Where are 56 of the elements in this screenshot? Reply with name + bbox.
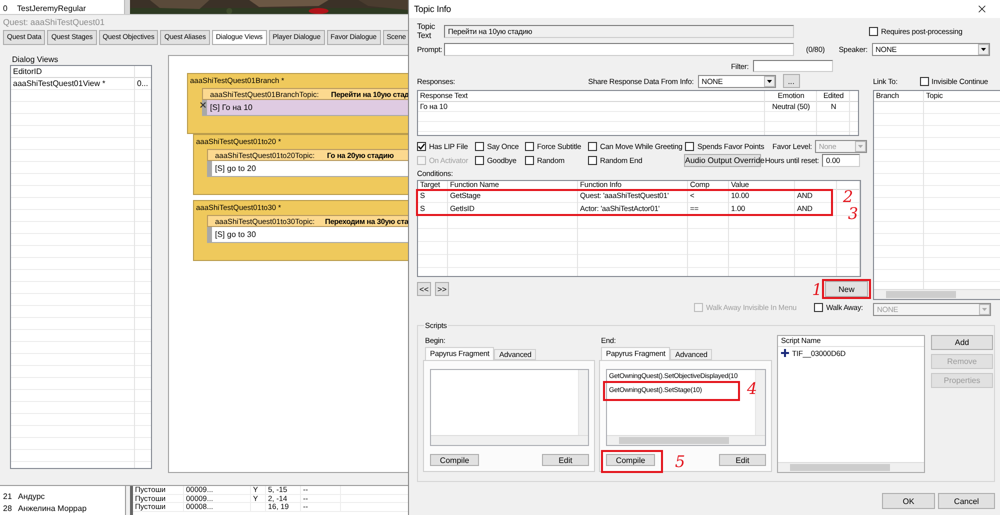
scrollbar[interactable] [124, 0, 130, 14]
table-cell-text: aaaShiTestQuest01View * [12, 78, 106, 90]
highlight-box [822, 279, 871, 299]
column-header: EditorID [12, 66, 43, 78]
browse-button[interactable]: ... [782, 74, 800, 88]
response-item[interactable]: [S] go to 30 [207, 227, 408, 243]
list-item[interactable]: Андурс [18, 492, 45, 500]
splitter[interactable] [125, 486, 133, 515]
annotation-number: 4 [747, 381, 758, 397]
checkbox[interactable] [685, 142, 694, 151]
checkbox[interactable] [920, 76, 929, 86]
checkbox[interactable] [475, 142, 484, 151]
compile-button[interactable]: Compile [606, 454, 655, 466]
window-title: Quest: aaaShiTestQuest01 [2, 16, 106, 29]
scrollbar[interactable] [874, 289, 1000, 299]
edit-button[interactable]: Edit [542, 454, 589, 466]
field-label: Topic Text [417, 22, 436, 40]
table-cell-text: 0... [136, 78, 150, 90]
panel-label: Dialog Views [11, 55, 58, 65]
list-item[interactable]: TestJeremyRegular [17, 4, 86, 13]
ok-button[interactable]: OK [882, 493, 935, 509]
new-button[interactable]: New [825, 281, 868, 297]
annotation-number: 5 [675, 454, 686, 470]
filter-field[interactable] [752, 60, 833, 72]
annotation-number: 1 [812, 282, 822, 298]
highlight-box [601, 450, 663, 473]
prompt-field[interactable] [444, 42, 794, 56]
annotation-number: 3 [848, 206, 858, 222]
checkbox[interactable] [525, 156, 534, 165]
response-item[interactable]: [S] Го на 10 [202, 100, 408, 116]
page-button[interactable]: >> [435, 282, 449, 296]
scrollbar[interactable] [431, 435, 588, 445]
row-number: 0 [2, 4, 8, 13]
checkbox[interactable] [588, 142, 597, 151]
response-item[interactable]: [S] go to 20 [207, 161, 408, 177]
window-title: Topic Info [414, 4, 452, 14]
row-number: 21 [2, 492, 13, 500]
checkbox[interactable] [588, 156, 597, 165]
row-number: 28 [2, 504, 13, 512]
add-button[interactable]: Add [931, 335, 993, 350]
cancel-button[interactable]: Cancel [938, 493, 995, 509]
checkbox[interactable] [814, 302, 824, 312]
list-item[interactable]: Анжелина Моррар [18, 504, 87, 512]
checkbox[interactable] [417, 142, 426, 151]
checkbox[interactable] [525, 142, 534, 151]
close-icon[interactable] [976, 3, 988, 15]
edit-button[interactable]: Edit [719, 454, 766, 466]
checkbox[interactable] [475, 156, 484, 165]
page-button[interactable]: << [417, 282, 431, 296]
cross-icon[interactable] [200, 102, 206, 108]
scrollbar[interactable] [778, 462, 924, 472]
checkbox[interactable] [869, 26, 878, 36]
annotation-number: 2 [843, 189, 854, 205]
scrollbar[interactable] [607, 435, 765, 445]
plus-icon[interactable] [781, 349, 789, 357]
compile-button[interactable]: Compile [430, 454, 479, 466]
